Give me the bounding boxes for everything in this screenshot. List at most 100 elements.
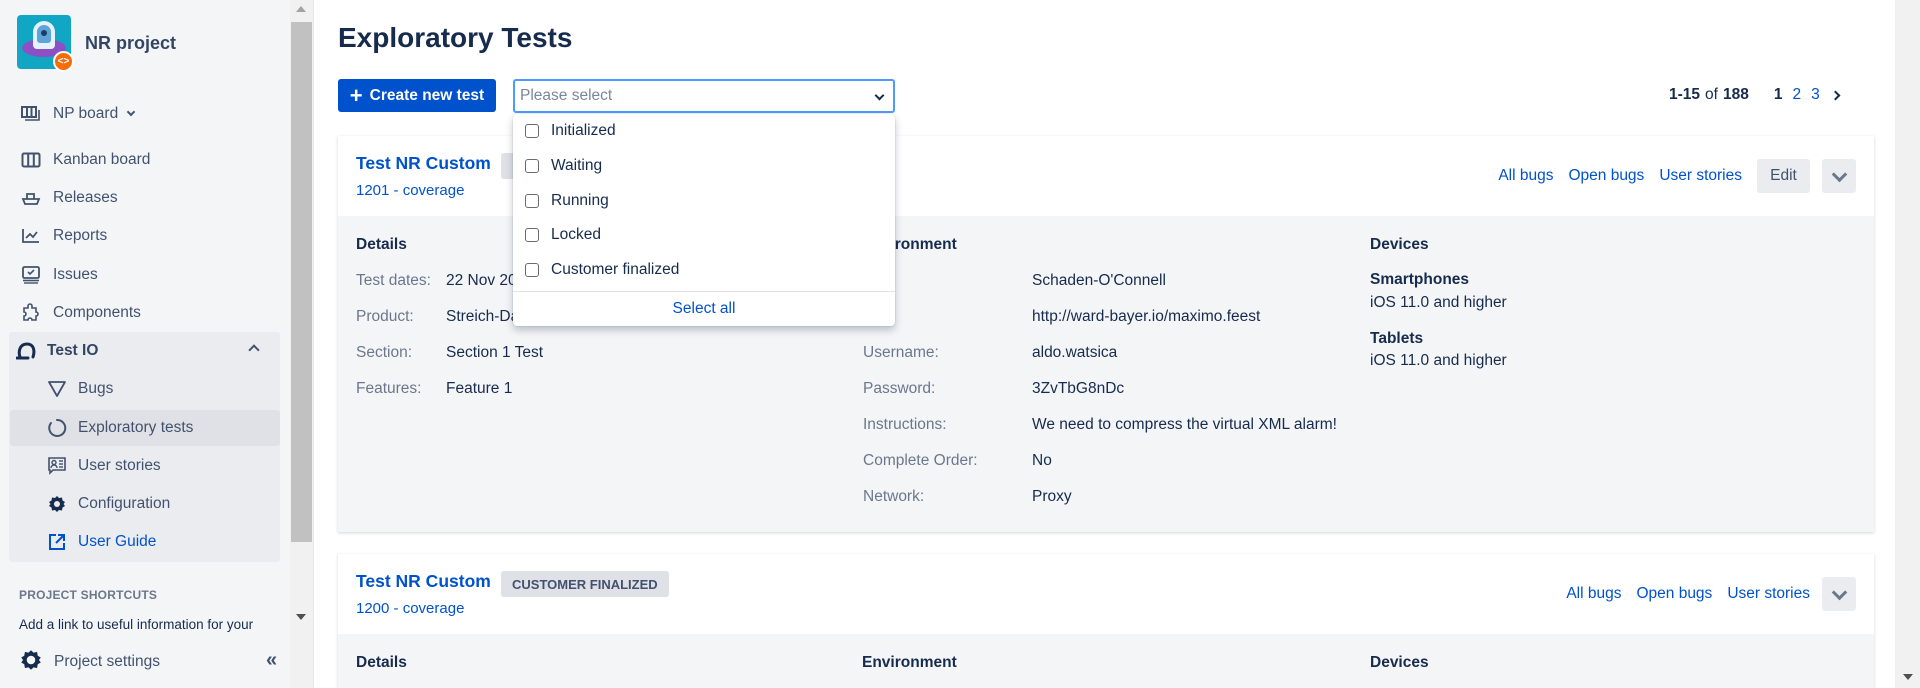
board-selector[interactable]: NP board xyxy=(10,96,280,132)
sidebar-item-user-guide[interactable]: User Guide xyxy=(10,524,280,560)
page-link[interactable]: 2 xyxy=(1792,86,1801,104)
sidebar-scrollbar-thumb[interactable] xyxy=(291,22,312,542)
device-os: iOS 11.0 and higher xyxy=(1370,294,1507,311)
project-avatar[interactable]: <> xyxy=(17,15,74,72)
pagination-range: 1-15 xyxy=(1669,86,1701,103)
checkbox[interactable] xyxy=(525,194,539,208)
test-card-actions: All bugs Open bugs User stories xyxy=(1551,577,1856,611)
sidebar-item-user-stories[interactable]: User stories xyxy=(10,448,280,484)
sidebar-item-components[interactable]: Components xyxy=(10,295,280,331)
status-option-locked[interactable]: Locked xyxy=(513,218,895,252)
environment-value: 3ZvTbG8nDc xyxy=(1032,380,1125,397)
scroll-down-arrow-icon[interactable] xyxy=(296,614,306,620)
device-os: iOS 11.0 and higher xyxy=(1370,352,1507,369)
page-link[interactable]: 3 xyxy=(1811,86,1820,104)
edit-button[interactable]: Edit xyxy=(1757,159,1810,193)
environment-value: Schaden-O'Connell xyxy=(1032,272,1166,289)
checkbox[interactable] xyxy=(525,228,539,242)
sidebar-scrollbar[interactable] xyxy=(290,0,313,688)
user-stories-link[interactable]: User stories xyxy=(1727,585,1810,603)
board-selector-label: NP board xyxy=(53,105,119,122)
pagination: 1-15 of 188 1 2 3 xyxy=(1669,86,1841,104)
sidebar-group-test-io[interactable]: Test IO xyxy=(10,333,280,369)
code-badge-icon: <> xyxy=(53,51,74,72)
sidebar-item-label: Exploratory tests xyxy=(78,419,194,436)
option-label: Waiting xyxy=(551,157,603,174)
test-title-link[interactable]: Test NR Custom xyxy=(356,571,491,592)
page-title: Exploratory Tests xyxy=(338,22,573,53)
sidebar-item-exploratory-tests[interactable]: Exploratory tests xyxy=(10,410,280,446)
device-type: Smartphones xyxy=(1370,271,1470,288)
project-shortcuts-heading: PROJECT SHORTCUTS xyxy=(19,588,158,602)
environment-label: Password: xyxy=(863,380,936,397)
test-title-link[interactable]: Test NR Custom xyxy=(356,153,491,174)
detail-label: Section: xyxy=(356,344,413,361)
option-label: Customer finalized xyxy=(551,261,680,278)
all-bugs-link[interactable]: All bugs xyxy=(1566,585,1621,603)
project-settings-link[interactable]: Project settings xyxy=(10,644,290,680)
chevron-right-icon[interactable] xyxy=(1830,90,1841,100)
details-heading: Details xyxy=(356,654,407,671)
sidebar-item-label: Kanban board xyxy=(53,151,151,168)
expand-chevron-button[interactable] xyxy=(1822,577,1856,611)
board-icon xyxy=(20,103,42,125)
checkbox[interactable] xyxy=(525,124,539,138)
environment-label: Username: xyxy=(863,344,939,361)
checkbox[interactable] xyxy=(525,159,539,173)
sidebar-item-issues[interactable]: Issues xyxy=(10,257,280,293)
gear-icon xyxy=(20,649,42,676)
project-shortcuts-text: Add a link to useful information for you… xyxy=(19,617,254,632)
main-scrollbar[interactable] xyxy=(1895,0,1920,688)
scroll-down-arrow-icon[interactable] xyxy=(1903,674,1913,680)
scroll-up-arrow-icon[interactable] xyxy=(296,6,306,12)
environment-label: Instructions: xyxy=(863,416,947,433)
collapse-sidebar-button[interactable]: « xyxy=(266,650,277,670)
pagination-of: of xyxy=(1705,86,1718,103)
sidebar-item-kanban-board[interactable]: Kanban board xyxy=(10,142,280,178)
chevron-up-icon[interactable] xyxy=(248,344,260,356)
plus-icon: + xyxy=(349,82,363,108)
checkbox[interactable] xyxy=(525,263,539,277)
environment-value: No xyxy=(1032,452,1052,469)
open-bugs-link[interactable]: Open bugs xyxy=(1636,585,1712,603)
all-bugs-link[interactable]: All bugs xyxy=(1498,167,1553,185)
detail-value: Feature 1 xyxy=(446,380,513,397)
sidebar-item-releases[interactable]: Releases xyxy=(10,180,280,216)
user-stories-link[interactable]: User stories xyxy=(1659,167,1742,185)
triangle-down-icon xyxy=(46,378,68,400)
circle-icon xyxy=(46,417,68,439)
test-subtitle-link[interactable]: 1200 - coverage xyxy=(356,600,464,617)
project-settings-label: Project settings xyxy=(54,653,160,670)
status-filter-placeholder: Please select xyxy=(520,87,613,104)
status-option-running[interactable]: Running xyxy=(513,184,895,218)
option-label: Initialized xyxy=(551,122,616,139)
create-new-test-label: Create new test xyxy=(369,86,485,104)
environment-value: Proxy xyxy=(1032,488,1072,505)
open-bugs-link[interactable]: Open bugs xyxy=(1568,167,1644,185)
detail-label: Features: xyxy=(356,380,422,397)
status-option-customer-finalized[interactable]: Customer finalized xyxy=(513,253,895,287)
external-link-icon xyxy=(46,531,68,553)
chevron-down-icon xyxy=(874,90,885,101)
test-card-actions: All bugs Open bugs User stories Edit xyxy=(1483,159,1856,193)
device-type: Tablets xyxy=(1370,330,1424,347)
expand-chevron-button[interactable] xyxy=(1822,159,1856,193)
test-card-header: Test NR Custom CUSTOMER FINALIZED 1200 -… xyxy=(338,554,1874,634)
devices-heading: Devices xyxy=(1370,654,1429,671)
status-option-waiting[interactable]: Waiting xyxy=(513,149,895,183)
sidebar-item-bugs[interactable]: Bugs xyxy=(10,371,280,407)
test-subtitle-link[interactable]: 1201 - coverage xyxy=(356,182,464,199)
status-filter-select[interactable]: Please select xyxy=(513,79,895,113)
page-current[interactable]: 1 xyxy=(1774,86,1783,104)
sidebar-item-label: Reports xyxy=(53,227,108,244)
sidebar-item-configuration[interactable]: Configuration xyxy=(10,486,280,522)
test-card: Test NR Custom CUSTOMER FINALIZED 1200 -… xyxy=(338,554,1874,688)
sidebar-item-reports[interactable]: Reports xyxy=(10,218,280,254)
environment-value: aldo.watsica xyxy=(1032,344,1118,361)
chart-line-icon xyxy=(20,225,42,247)
status-option-initialized[interactable]: Initialized xyxy=(513,114,895,148)
detail-value: Streich-Da xyxy=(446,308,520,325)
sidebar-item-label: User stories xyxy=(78,457,161,474)
select-all-button[interactable]: Select all xyxy=(513,292,895,326)
create-new-test-button[interactable]: + Create new test xyxy=(338,79,496,112)
